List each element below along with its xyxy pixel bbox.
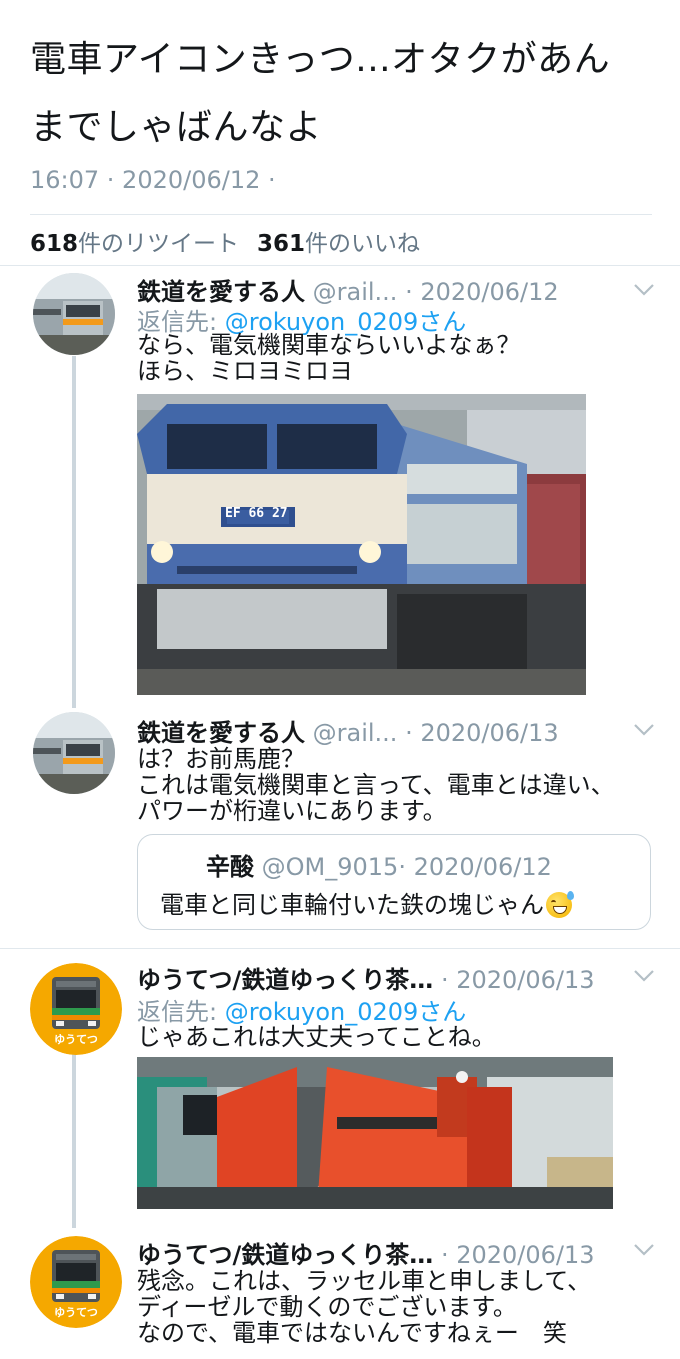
quote-author-handle: @OM_9015 bbox=[261, 853, 399, 881]
locomotive-photo[interactable]: EF 66 27 bbox=[137, 394, 586, 695]
reply-text: じゃあこれは大丈夫ってことね。 bbox=[137, 1023, 496, 1051]
sweat-smile-emoji-icon bbox=[546, 891, 574, 918]
quote-header: 辛酸 @OM_9015· 2020/06/12 bbox=[206, 847, 552, 882]
train-avatar-image bbox=[33, 273, 115, 355]
retweets-stat[interactable]: 618件のリツイート bbox=[30, 231, 239, 257]
avatar[interactable]: ゆうてつ bbox=[30, 1236, 122, 1328]
thread-connector bbox=[72, 356, 76, 708]
tweet-text-line-2: までしゃばんなよ bbox=[30, 107, 323, 148]
reply-header: ゆうてつ/鉄道ゆっくり茶… · 2020/06/13 bbox=[137, 1235, 595, 1270]
author-name[interactable]: ゆうてつ/鉄道ゆっくり茶… bbox=[137, 966, 433, 994]
thread-connector bbox=[72, 1052, 76, 1228]
reply-header: 鉄道を愛する人 @rail... · 2020/06/13 bbox=[137, 713, 559, 748]
mention-link[interactable]: @rokuyon_0209さん bbox=[225, 998, 467, 1026]
quote-author-name: 辛酸 bbox=[206, 853, 254, 881]
author-name[interactable]: 鉄道を愛する人 bbox=[137, 719, 305, 747]
avatar-caption: ゆうてつ bbox=[54, 1306, 98, 1319]
author-handle[interactable]: @rail... bbox=[313, 719, 398, 747]
tweet-stats: 618件のリツイート 361件のいいね bbox=[30, 224, 420, 258]
chevron-down-icon[interactable] bbox=[632, 280, 656, 300]
reply-date[interactable]: · 2020/06/13 bbox=[405, 719, 559, 747]
quote-date: · 2020/06/12 bbox=[398, 853, 552, 881]
snowplow-photo[interactable] bbox=[137, 1057, 613, 1209]
avatar[interactable]: ゆうてつ bbox=[30, 963, 122, 1055]
russell-snowplow-image bbox=[137, 1057, 613, 1209]
reply-text: は？お前馬鹿？ これは電気機関車と言って、電車とは違い、 パワーが桁違いにありま… bbox=[137, 745, 615, 825]
likes-stat[interactable]: 361件のいいね bbox=[257, 231, 420, 257]
author-name[interactable]: ゆうてつ/鉄道ゆっくり茶… bbox=[137, 1241, 433, 1269]
locomotive-number-plate: EF 66 27 bbox=[225, 506, 288, 521]
reply-text: なら、電気機関車ならいいよなぁ？ ほら、ミロヨミロヨ bbox=[137, 331, 521, 385]
tweet-text: 電車アイコンきっつ...オタクがあん までしゃばんなよ bbox=[30, 26, 660, 162]
chevron-down-icon[interactable] bbox=[632, 720, 656, 740]
quote-text-line: 電車と同じ車輪付いた鉄の塊じゃん bbox=[160, 885, 574, 920]
reply-date[interactable]: · 2020/06/13 bbox=[441, 966, 595, 994]
tweet-timestamp[interactable]: 16:07 · 2020/06/12 · bbox=[30, 166, 276, 194]
chevron-down-icon[interactable] bbox=[632, 966, 656, 986]
reply-date[interactable]: · 2020/06/13 bbox=[441, 1241, 595, 1269]
chevron-down-icon[interactable] bbox=[632, 1240, 656, 1260]
reply-text: 残念。これは、ラッセル車と申しまして、 ディーゼルで動くのでございます。 なので… bbox=[137, 1267, 592, 1347]
avatar-caption: ゆうてつ bbox=[54, 1033, 98, 1046]
tweet-text-line-1: 電車アイコンきっつ...オタクがあん bbox=[30, 39, 611, 80]
reply-header: ゆうてつ/鉄道ゆっくり茶… · 2020/06/13 bbox=[137, 960, 595, 995]
reply-to-line: 返信先: @rokuyon_0209さん bbox=[137, 998, 467, 1026]
train-avatar-image bbox=[33, 712, 115, 794]
divider bbox=[0, 265, 680, 266]
ef66-locomotive-image bbox=[137, 394, 586, 695]
divider bbox=[30, 214, 652, 215]
avatar[interactable] bbox=[33, 712, 115, 794]
divider bbox=[0, 948, 680, 949]
quoted-tweet[interactable]: 辛酸 @OM_9015· 2020/06/12 電車と同じ車輪付いた鉄の塊じゃん bbox=[137, 834, 651, 930]
avatar[interactable] bbox=[33, 273, 115, 355]
